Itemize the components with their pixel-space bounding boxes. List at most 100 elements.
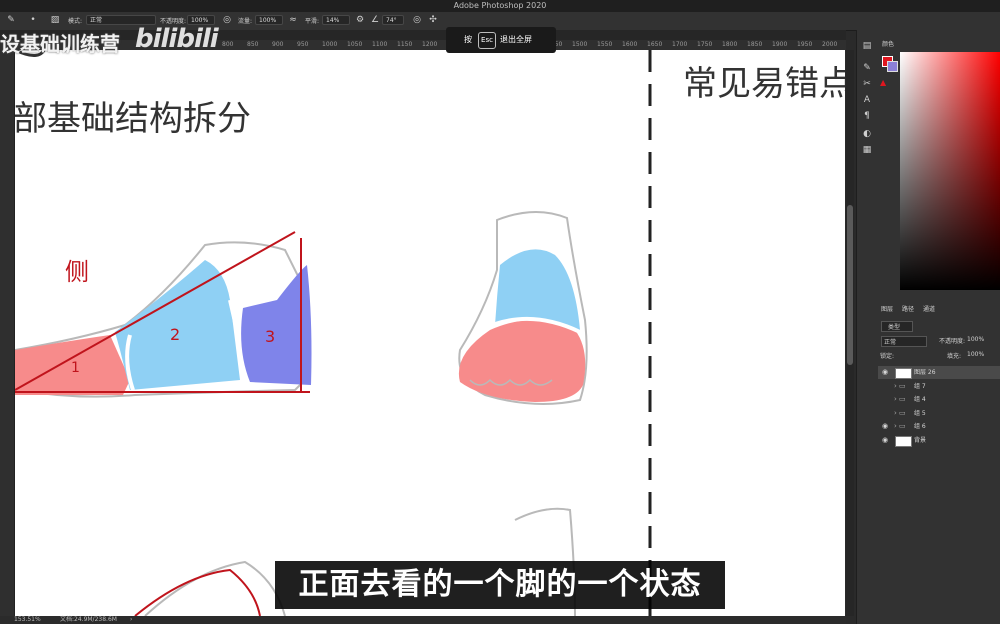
ruler-tick: 1000 (322, 41, 338, 48)
folder-icon[interactable]: › ▭ (894, 420, 906, 433)
folder-icon[interactable]: › ▭ (894, 407, 906, 420)
ruler-tick: 950 (297, 41, 309, 48)
fill-value[interactable]: 100% (967, 351, 984, 358)
airbrush-icon[interactable]: ≈ (288, 15, 298, 25)
ruler-tick: 1600 (622, 41, 638, 48)
angle-field[interactable]: 74° (382, 15, 404, 25)
video-subtitle: 正面去看的一个脚的一个状态 (275, 561, 725, 609)
fill-label: 填充: (947, 353, 962, 360)
tab-paths[interactable]: 路径 (902, 304, 914, 313)
brush-settings-icon[interactable]: ▨ (50, 15, 60, 25)
paragraph-icon[interactable]: ¶ (861, 110, 873, 122)
toes-region (458, 320, 586, 402)
ruler-tick: 1800 (722, 41, 738, 48)
flow-label: 流量: (238, 18, 253, 25)
background-swatch[interactable] (887, 61, 898, 72)
folder-icon[interactable]: › ▭ (894, 393, 906, 406)
front-view-foot (458, 210, 588, 405)
layer-name: 组 6 (914, 423, 926, 430)
brush-panel-icon[interactable]: ✎ (861, 62, 873, 74)
layer-row[interactable]: › ▭ 组 7 (878, 380, 1000, 393)
ruler-tick: 850 (247, 41, 259, 48)
document-canvas[interactable]: 部基础结构拆分 常见易错点 侧 1 2 3 (15, 50, 845, 616)
status-bar: 153.51% 文档:24.9M/238.6M › (0, 616, 846, 624)
layer-opacity-label: 不透明度: (939, 338, 966, 345)
pressure-size-icon[interactable]: ◎ (412, 15, 422, 25)
layer-name: 组 4 (914, 396, 926, 403)
layer-name: 组 5 (914, 409, 926, 417)
heading-left: 部基础结构拆分 (15, 99, 251, 139)
ruler-tick: 800 (222, 41, 234, 48)
blend-mode-select[interactable]: 正常 (881, 336, 928, 347)
hint-press: 按 (464, 35, 472, 44)
brush-tool-icon[interactable]: ✎ (6, 15, 16, 25)
ruler-tick: 1850 (747, 41, 763, 48)
layer-name: 图层 26 (914, 369, 936, 376)
tab-channels[interactable]: 通道 (923, 304, 935, 313)
ruler-tick: 1050 (347, 41, 363, 48)
ruler-tick: 1500 (572, 41, 588, 48)
region-3-number: 3 (265, 327, 275, 346)
layer-row[interactable]: › ▭ 组 5 (878, 407, 1000, 420)
lower-side-sketch (144, 560, 286, 616)
clone-source-icon[interactable]: ✂ (861, 78, 873, 90)
history-icon[interactable]: ▤ (861, 40, 873, 52)
layer-row[interactable]: ◉ 背景 (878, 434, 1000, 447)
app-title: Adobe Photoshop 2020 (453, 1, 547, 10)
ruler-tick: 1150 (397, 41, 413, 48)
ruler-tick: 2000 (822, 41, 838, 48)
document-size[interactable]: 文档:24.9M/238.6M (60, 616, 117, 624)
course-watermark: 设基础训练营 (0, 32, 120, 56)
color-picker-field[interactable] (900, 52, 1000, 290)
gamut-warning-icon: ▲ (880, 78, 887, 87)
brush-size-icon[interactable]: • (28, 15, 38, 25)
layer-row[interactable]: ◉ › ▭ 组 6 (878, 420, 1000, 433)
horizontal-ruler: 8008509009501000105011001150120012501300… (0, 40, 846, 50)
bilibili-logo: bilibili (135, 24, 219, 54)
flow-field[interactable]: 100% (255, 15, 283, 25)
smoothing-field[interactable]: 14% (322, 15, 350, 25)
ruler-tick: 1750 (697, 41, 713, 48)
heading-right: 常见易错点 (683, 64, 845, 104)
vertical-ruler (0, 50, 15, 616)
layer-thumbnail (895, 368, 912, 379)
properties-icon[interactable]: ▦ (861, 144, 873, 156)
adjustments-icon[interactable]: ◐ (861, 128, 873, 140)
side-label: 侧 (65, 258, 89, 286)
smoothing-label: 平滑: (305, 18, 320, 25)
ruler-tick: 1700 (672, 41, 688, 48)
pressure-opacity-icon[interactable]: ◎ (222, 15, 232, 25)
ruler-tick: 1650 (647, 41, 663, 48)
zoom-level[interactable]: 153.51% (14, 616, 41, 624)
eye-icon[interactable]: ◉ (882, 420, 888, 433)
layer-row[interactable]: ◉ 图层 26 (878, 366, 1000, 379)
scrollbar-thumb[interactable] (847, 205, 853, 365)
ruler-tick: 1100 (372, 41, 388, 48)
lock-label: 锁定: (880, 353, 895, 360)
fullscreen-exit-hint: 按 Esc 退出全屏 (446, 27, 556, 53)
region-2-number: 2 (170, 325, 180, 344)
layer-row[interactable]: › ▭ 组 4 (878, 393, 1000, 406)
region-1-number: 1 (71, 360, 80, 376)
tab-layers[interactable]: 图层 (881, 304, 893, 313)
layer-opacity-value[interactable]: 100% (967, 336, 984, 343)
eye-icon[interactable]: ◉ (882, 434, 888, 447)
status-arrow-icon[interactable]: › (130, 616, 132, 624)
esc-key-icon: Esc (478, 32, 496, 49)
layer-name: 背景 (914, 436, 927, 444)
eye-icon[interactable]: ◉ (882, 366, 888, 379)
layer-kind-filter[interactable]: 类型 (881, 321, 914, 332)
ruler-tick: 1950 (797, 41, 813, 48)
gear-icon[interactable]: ⚙ (355, 15, 365, 25)
tab-color[interactable]: 颜色 (882, 39, 894, 48)
ruler-tick: 1550 (597, 41, 613, 48)
symmetry-icon[interactable]: ✣ (428, 15, 438, 25)
character-icon[interactable]: A (861, 94, 873, 106)
angle-icon: ∠ (370, 15, 380, 25)
document-tab-strip (0, 30, 846, 40)
app-title-bar: Adobe Photoshop 2020 (0, 0, 1000, 12)
ruler-tick: 1200 (422, 41, 438, 48)
ruler-tick: 900 (272, 41, 284, 48)
layer-name: 组 7 (914, 382, 926, 390)
folder-icon[interactable]: › ▭ (894, 380, 906, 393)
